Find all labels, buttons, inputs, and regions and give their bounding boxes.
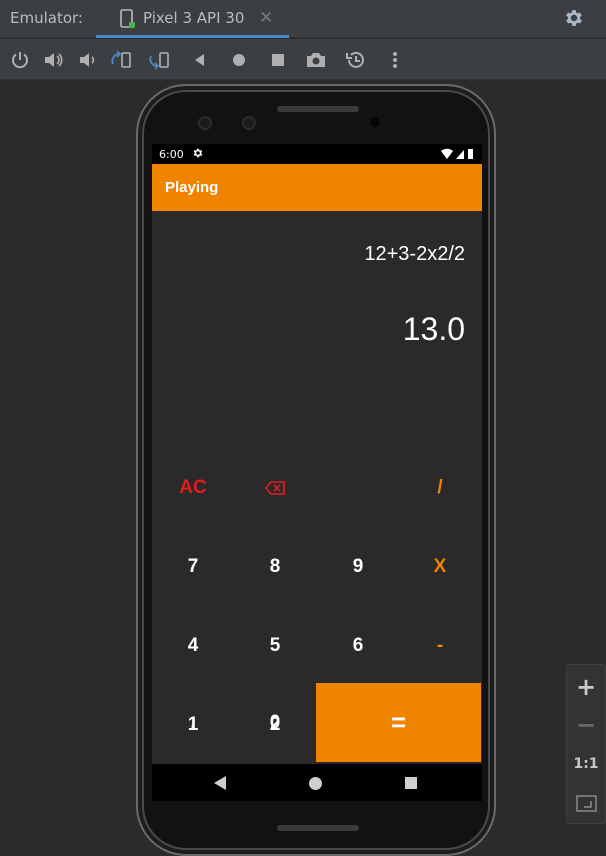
earpiece-speaker xyxy=(277,106,359,112)
result-display: 13.0 xyxy=(402,311,465,347)
navigation-bar xyxy=(152,764,482,801)
fit-screen-icon xyxy=(576,795,597,812)
emulator-window: Emulator: Pixel 3 API 30 ✕ + − 1:1 6:00 … xyxy=(0,0,606,856)
camera-icon[interactable] xyxy=(305,50,327,70)
nav-back-icon[interactable] xyxy=(214,776,226,790)
overview-icon[interactable] xyxy=(268,50,288,70)
multiply-button[interactable]: X xyxy=(399,527,481,606)
emulator-toolbar xyxy=(0,39,606,80)
bottom-speaker xyxy=(277,825,359,831)
nav-home-icon[interactable] xyxy=(309,777,322,790)
volume-up-icon[interactable] xyxy=(43,50,63,70)
equals-button[interactable]: = xyxy=(316,683,481,762)
snapshot-icon[interactable] xyxy=(345,50,367,70)
decimal-point-button[interactable]: . xyxy=(152,683,234,762)
device-icon xyxy=(120,9,135,28)
power-icon[interactable] xyxy=(10,50,30,70)
front-camera-secondary xyxy=(242,116,256,130)
back-icon[interactable] xyxy=(190,50,210,70)
status-signal-battery-icons xyxy=(441,148,473,159)
expression-display: 12+3-2x2/2 xyxy=(364,243,465,265)
digit-0-button[interactable]: 0 xyxy=(234,683,316,762)
app-title: Playing xyxy=(165,179,219,196)
actual-size-button[interactable]: 1:1 xyxy=(567,745,605,783)
tab-close-icon[interactable]: ✕ xyxy=(259,8,273,28)
digit-9-button[interactable]: 9 xyxy=(317,527,399,606)
app-bar: Playing xyxy=(152,164,482,211)
digit-8-button[interactable]: 8 xyxy=(234,527,316,606)
proximity-sensor xyxy=(370,117,380,127)
rotate-right-icon[interactable] xyxy=(149,50,171,70)
status-time: 6:00 xyxy=(159,148,184,161)
clear-button[interactable]: AC xyxy=(152,448,234,527)
zoom-in-button[interactable]: + xyxy=(567,669,605,707)
device-tab[interactable]: Pixel 3 API 30 ✕ xyxy=(96,0,289,38)
minus-button[interactable]: - xyxy=(399,606,481,685)
emulator-label: Emulator: xyxy=(10,9,83,27)
zoom-panel: + − 1:1 xyxy=(566,664,606,824)
nav-recents-icon[interactable] xyxy=(405,777,417,789)
device-tab-title: Pixel 3 API 30 xyxy=(143,9,245,27)
digit-4-button[interactable]: 4 xyxy=(152,606,234,685)
digit-7-button[interactable]: 7 xyxy=(152,527,234,606)
home-icon[interactable] xyxy=(229,50,249,70)
backspace-button[interactable] xyxy=(234,448,316,527)
settings-gear-icon[interactable] xyxy=(563,7,585,29)
digit-6-button[interactable]: 6 xyxy=(317,606,399,685)
status-settings-icon xyxy=(193,148,203,158)
emulator-tab-bar: Emulator: Pixel 3 API 30 ✕ xyxy=(0,0,606,38)
zoom-out-button[interactable]: − xyxy=(567,707,605,745)
more-icon[interactable] xyxy=(385,50,405,70)
front-camera xyxy=(198,116,212,130)
fit-screen-button[interactable] xyxy=(567,785,605,823)
backspace-icon xyxy=(264,480,285,495)
volume-down-icon[interactable] xyxy=(77,50,97,70)
status-bar: 6:00 xyxy=(152,144,482,164)
divide-button[interactable]: / xyxy=(399,448,481,527)
digit-5-button[interactable]: 5 xyxy=(234,606,316,685)
rotate-left-icon[interactable] xyxy=(111,50,133,70)
